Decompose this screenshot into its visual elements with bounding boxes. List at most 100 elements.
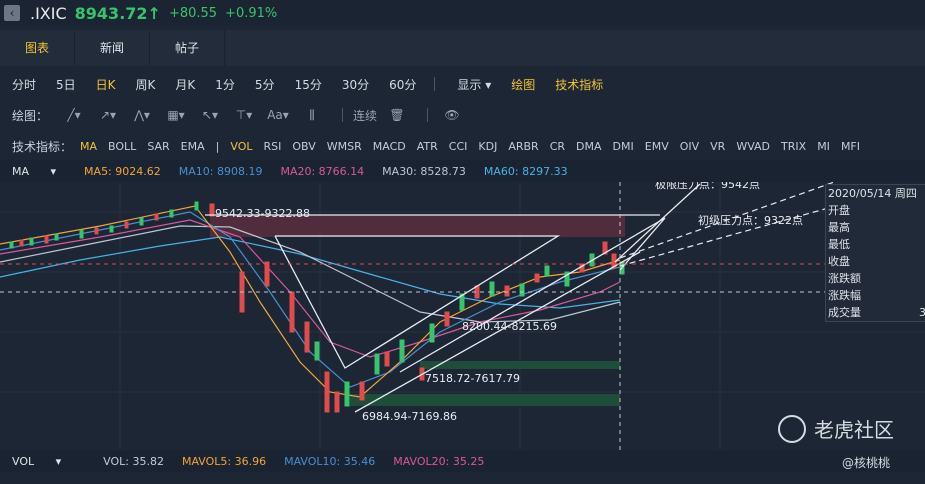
mavol5-value: MAVOL5: 36.96 [181,454,267,468]
top-bar: ‹ .IXIC 8943.72↑ +80.55 +0.91% [0,0,925,26]
period-30m[interactable]: 30分 [342,76,369,93]
label-pressure-2: 初级压力点：9322点 [698,213,803,227]
display-menu[interactable]: 显示 ▾ [457,76,491,93]
ind-rsi[interactable]: RSI [263,140,281,153]
ma-legend: MA ▾ MA5: 9024.62 MA10: 8908.19 MA20: 87… [0,160,925,182]
tooltip-close: 收盘 [828,255,850,268]
draw-menu[interactable]: 绘图 [511,76,535,93]
ind-trix[interactable]: TRIX [781,140,806,153]
ind-wmsr[interactable]: WMSR [327,140,362,153]
up-arrow-icon: ↑ [147,3,161,23]
period-bar: 分时 5日 日K 周K 月K 1分 5分 15分 30分 60分 显示 ▾ 绘图… [0,70,925,98]
period-weekly[interactable]: 周K [136,76,156,93]
drawing-toolbar: 绘图： ╱▾ ↗▾ ⋀▾ ▦▾ ↖▾ ⊤▾ Aa▾ ⫼ 连续 🗑 👁 [0,102,925,128]
ind-cci[interactable]: CCI [449,140,468,153]
channel-line-upper[interactable] [399,217,666,373]
tab-posts[interactable]: 帖子 [150,30,225,66]
ma-label[interactable]: MA ▾ [12,165,74,178]
period-15m[interactable]: 15分 [295,76,322,93]
tooltip-change-pct: 涨跌幅 [828,289,861,302]
ind-sar[interactable]: SAR [147,140,169,153]
ray-tool-icon[interactable]: ↗▾ [94,108,122,122]
label-mid-range: 8200.44-8215.69 [462,320,557,333]
ind-macd[interactable]: MACD [373,140,406,153]
ind-atr[interactable]: ATR [417,140,438,153]
ind-emv[interactable]: EMV [645,140,669,153]
period-daily[interactable]: 日K [96,76,116,93]
ind-ma[interactable]: MA [80,140,97,153]
mavol10-value: MAVOL10: 35.46 [284,454,376,468]
ind-vol[interactable]: VOL [230,140,252,153]
tab-news[interactable]: 新闻 [75,30,150,66]
change: +80.55 [168,5,218,21]
label-top-range: 9542.33-9322.88 [215,207,310,220]
ind-boll[interactable]: BOLL [108,140,136,153]
ma20-line [0,219,621,358]
period-5d[interactable]: 5日 [56,76,76,93]
arrow-tool-icon[interactable]: ↖▾ [196,108,224,122]
period-intraday[interactable]: 分时 [12,76,36,93]
ohlc-tooltip: 2020/05/14 周四 开盘 最高 最低 收盘 涨跌额 涨跌幅 成交量 3 [825,184,925,322]
support-zone [420,361,620,369]
ind-mfi[interactable]: MFI [841,140,860,153]
period-5m[interactable]: 5分 [255,76,275,93]
tooltip-open: 开盘 [828,204,850,217]
ind-dmi[interactable]: DMI [613,140,634,153]
ind-ema[interactable]: EMA [181,140,205,153]
ind-mi[interactable]: MI [817,140,830,153]
label-pressure-1: 极限压力点：9542点 [655,182,760,191]
ind-cr[interactable]: CR [550,140,565,153]
label-bottom-range: 6984.94-7169.86 [362,410,457,423]
back-icon[interactable]: ‹ [4,5,20,21]
change-pct: +0.91% [225,5,278,21]
ma30-line [0,225,621,323]
ind-divider: | [215,139,220,153]
candlestick-chart[interactable]: 9542.33-9322.88 8200.44-8215.69 7518.72-… [0,182,925,450]
ind-wvad[interactable]: WVAD [736,140,770,153]
tooltip-date: 2020/05/14 周四 [828,187,917,200]
polyline-tool-icon[interactable]: ⋀▾ [128,108,156,122]
tooltip-high: 最高 [828,221,850,234]
period-60m[interactable]: 60分 [389,76,416,93]
vol-label[interactable]: VOL ▾ [12,455,79,468]
bar-tool-icon[interactable]: ⫼ [298,108,326,123]
period-1m[interactable]: 1分 [215,76,235,93]
ind-oiv[interactable]: OIV [680,140,699,153]
caret-down-icon: ▾ [50,164,57,178]
ind-vr[interactable]: VR [710,140,725,153]
tooltip-volume: 成交量 3 [828,306,925,319]
ma30-value: MA30: 8528.73 [382,164,466,178]
continuous-toggle[interactable]: 连续 [353,107,377,124]
fib-tool-icon[interactable]: ▦▾ [162,108,190,122]
ind-kdj[interactable]: KDJ [478,140,497,153]
ind-obv[interactable]: OBV [292,140,315,153]
drawing-label: 绘图： [12,108,49,123]
ma60-value: MA60: 8297.33 [483,164,568,178]
tooltip-change: 涨跌额 [828,272,861,285]
arrow-line-1[interactable] [614,183,701,263]
line-tool-icon[interactable]: ╱▾ [60,108,88,122]
support-zone-low [350,394,620,406]
period-monthly[interactable]: 月K [175,76,195,93]
mavol20-value: MAVOL20: 35.25 [393,454,485,468]
main-tabs: 图表 新闻 帖子 [0,30,925,66]
tab-chart[interactable]: 图表 [0,30,75,66]
ma10-value: MA10: 8908.19 [178,164,263,178]
indicator-label: 技术指标： [12,139,73,154]
ind-dma[interactable]: DMA [576,140,602,153]
trash-icon[interactable]: 🗑 [383,108,411,122]
indicator-menu[interactable]: 技术指标 [555,76,603,93]
symbol: .IXIC [30,3,67,23]
label-low-range: 7518.72-7617.79 [425,372,520,385]
price: 8943.72↑ [74,3,161,23]
indicator-bar: 技术指标： MA BOLL SAR EMA | VOL RSI OBV WMSR… [0,134,925,158]
eye-icon[interactable]: 👁 [438,108,466,122]
vol-value: VOL: 35.82 [103,454,164,468]
tiger-logo-icon [778,414,806,443]
ma5-value: MA5: 9024.62 [84,164,161,178]
text-tool-icon[interactable]: ⊤▾ [230,108,258,122]
ind-arbr[interactable]: ARBR [508,140,538,153]
font-tool-icon[interactable]: Aa▾ [264,108,292,122]
divider [427,108,429,122]
caret-down-icon: ▾ [485,77,492,92]
